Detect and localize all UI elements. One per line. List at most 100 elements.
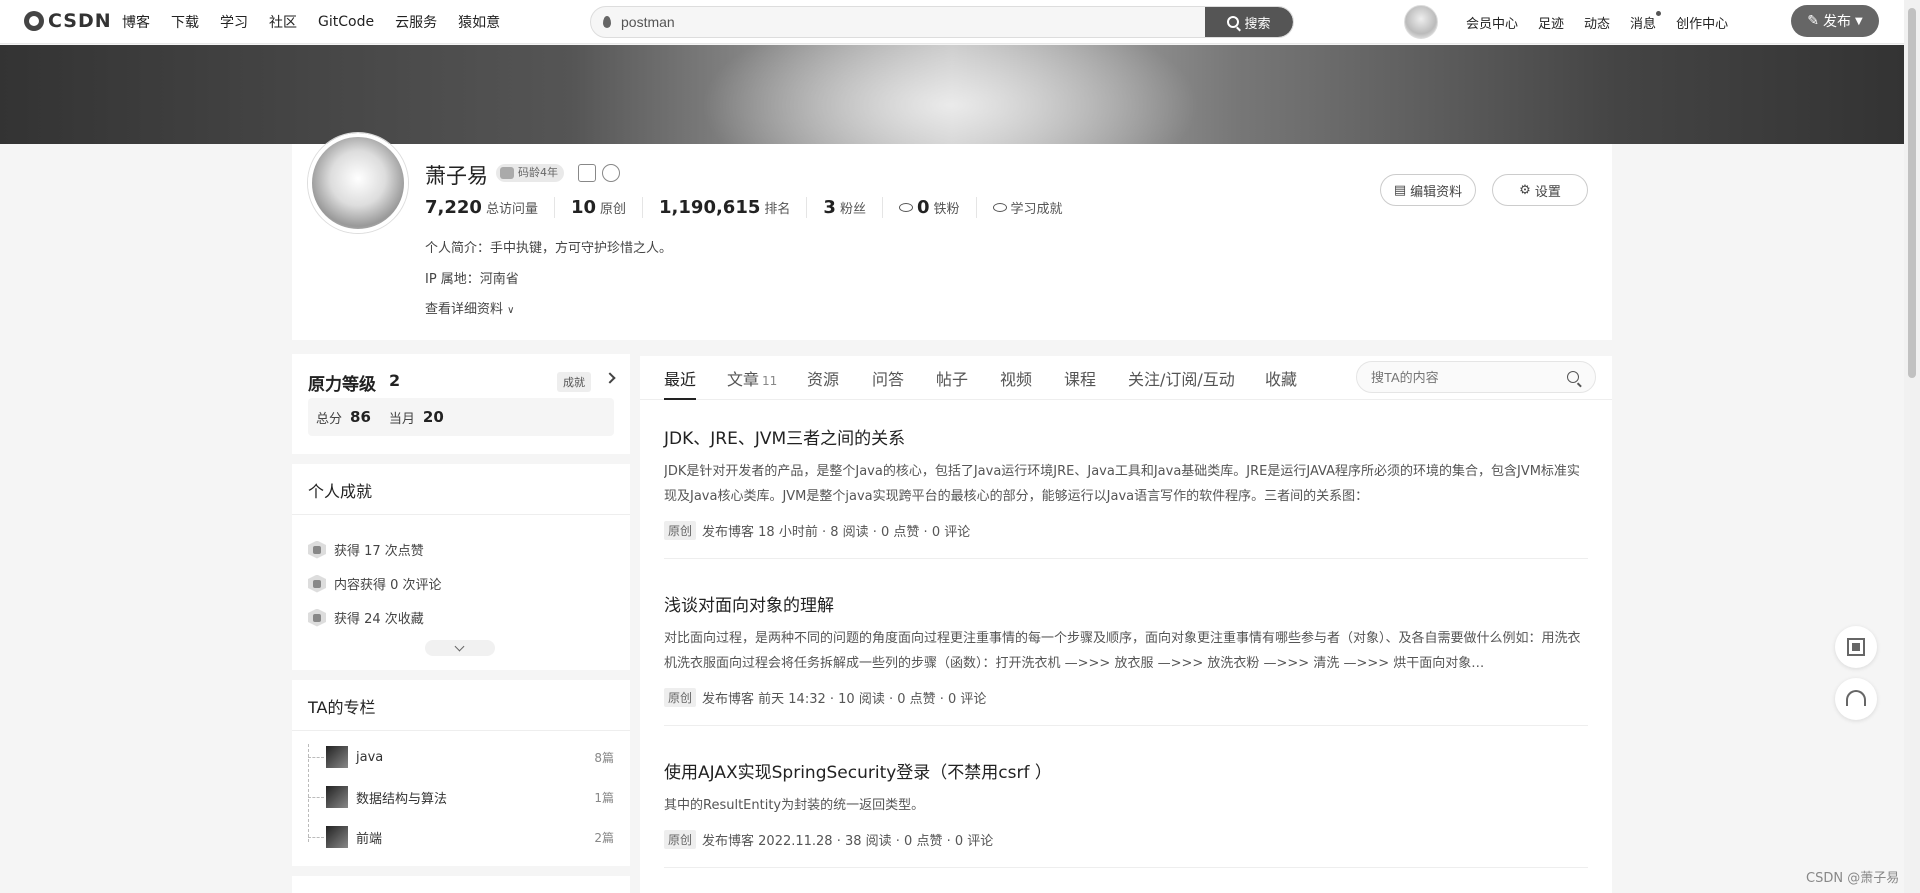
level-title: 原力等级: [308, 375, 376, 395]
column-item-frontend[interactable]: 前端 2篇: [308, 825, 614, 849]
achievement-likes: 获得 17 次点赞: [308, 540, 424, 559]
search-icon: [1227, 16, 1240, 28]
tab-posts[interactable]: 帖子: [936, 366, 968, 390]
csdn-logo[interactable]: CSDN: [24, 10, 112, 32]
nav-link-gitcode[interactable]: GitCode: [318, 14, 374, 30]
original-tag: 原创: [664, 830, 697, 849]
eye-icon: [898, 203, 913, 212]
original-tag: 原创: [664, 521, 697, 540]
headset-icon: [1846, 690, 1866, 706]
medal-badge-icon[interactable]: [602, 164, 620, 182]
article-title[interactable]: 使用AJAX实现SpringSecurity登录（不禁用csrf ）: [664, 758, 1588, 783]
content-search-input[interactable]: [1371, 362, 1551, 392]
watermark: CSDN @萧子易: [1806, 871, 1900, 886]
nav-messages[interactable]: 消息: [1630, 10, 1662, 32]
stat-learning-achievement[interactable]: 学习成就: [977, 198, 1079, 217]
divider: [664, 725, 1588, 726]
article-meta: 原创 发布博客 前天 14:32 · 10 阅读 · 0 点赞 · 0 评论: [664, 688, 1588, 707]
user-avatar[interactable]: [1404, 5, 1438, 39]
article-item: 浅谈对面向对象的理解 对比面向过程，是两种不同的问题的角度面向过程更注重事情的每…: [664, 591, 1588, 726]
article-summary[interactable]: 其中的ResultEntity为封装的统一返回类型。: [664, 793, 1588, 818]
tab-follow[interactable]: 关注/订阅/互动: [1128, 366, 1235, 390]
scrollbar[interactable]: [1904, 0, 1920, 893]
like-badge-icon: [308, 540, 326, 559]
article-item: 使用AJAX实现SpringSecurity登录（不禁用csrf ） 其中的Re…: [664, 758, 1588, 868]
article-title[interactable]: 浅谈对面向对象的理解: [664, 591, 1588, 616]
profile-name: 萧子易: [425, 164, 488, 188]
tab-videos[interactable]: 视频: [1000, 366, 1032, 390]
next-card: [292, 876, 630, 893]
gear-icon: ⚙: [1519, 182, 1531, 198]
article-title[interactable]: JDK、JRE、JVM三者之间的关系: [664, 424, 1588, 449]
view-details-link[interactable]: 查看详细资料 ∨: [425, 298, 514, 317]
chevron-right-icon[interactable]: [604, 372, 616, 384]
hot-flame-icon: [603, 16, 611, 28]
nav-link-community[interactable]: 社区: [269, 12, 297, 32]
level-total: 86: [350, 408, 371, 426]
profile-intro: 个人简介：手中执键，方可守护珍惜之人。: [425, 241, 673, 256]
article-item: JDK、JRE、JVM三者之间的关系 JDK是针对开发者的产品，是整个Java的…: [664, 424, 1588, 559]
level-card: 原力等级 2 成就 总分 86 当月 20: [292, 354, 630, 454]
stat-visits: 7,220 总访问量: [425, 197, 555, 218]
search-icon[interactable]: [1567, 371, 1579, 383]
search-button[interactable]: 搜索: [1205, 7, 1293, 37]
achievement-comments: 内容获得 0 次评论: [308, 574, 442, 593]
tab-courses[interactable]: 课程: [1064, 366, 1096, 390]
publish-label: 发布: [1823, 14, 1852, 30]
nav-link-blog[interactable]: 博客: [122, 12, 150, 32]
nav-link-learn[interactable]: 学习: [220, 12, 248, 32]
global-search: 搜索: [590, 6, 1294, 38]
search-input[interactable]: [621, 7, 1181, 37]
nav-vip-center[interactable]: 会员中心: [1466, 13, 1518, 32]
tab-articles[interactable]: 文章 11: [727, 366, 777, 390]
edit-profile-button[interactable]: ▤ 编辑资料: [1380, 174, 1476, 206]
article-summary[interactable]: JDK是针对开发者的产品，是整个Java的核心，包括了Java运行环境JRE、J…: [664, 459, 1588, 509]
column-item-algorithms[interactable]: 数据结构与算法 1篇: [308, 785, 614, 809]
settings-button[interactable]: ⚙ 设置: [1492, 174, 1588, 206]
chevron-down-icon: ∨: [507, 305, 515, 316]
expand-achievements-button[interactable]: [425, 640, 495, 656]
search-button-label: 搜索: [1244, 16, 1271, 32]
columns-card: TA的专栏 java 8篇 数据结构与算法 1篇 前端 2篇: [292, 680, 630, 866]
achievement-tag[interactable]: 成就: [557, 372, 591, 392]
stat-iron-fans[interactable]: 0 铁粉: [883, 197, 977, 218]
article-summary[interactable]: 对比面向过程，是两种不同的问题的角度面向过程更注重事情的每一个步骤及顺序，面向对…: [664, 626, 1588, 676]
content-tabs: 最近 文章 11 资源 问答 帖子 视频 课程 关注/订阅/互动 收藏: [640, 356, 1612, 400]
logo-text: CSDN: [48, 10, 112, 32]
stat-fans[interactable]: 3 粉丝: [807, 197, 883, 218]
column-item-java[interactable]: java 8篇: [308, 745, 614, 769]
divider: [292, 730, 630, 731]
nav-dynamics[interactable]: 动态: [1584, 13, 1610, 32]
nav-creator-center[interactable]: 创作中心: [1676, 13, 1728, 32]
level-score-box: 总分 86 当月 20: [308, 398, 614, 436]
user-nav: 会员中心 足迹 动态 消息 创作中心: [1466, 0, 1748, 44]
tab-favorites[interactable]: 收藏: [1265, 366, 1297, 390]
favorite-badge-icon: [308, 608, 326, 627]
main-content: 最近 文章11 资源 问答 帖子 视频 课程 关注/订阅/互动 收藏 JDK、J…: [640, 356, 1612, 893]
tab-recent[interactable]: 最近: [664, 366, 697, 400]
qr-code-icon: [1847, 638, 1865, 656]
article-meta: 原创 发布博客 18 小时前 · 8 阅读 · 0 点赞 · 0 评论: [664, 521, 1588, 540]
column-thumbnail: [326, 746, 348, 768]
divider: [664, 867, 1588, 868]
top-navbar: CSDN 博客 下载 学习 社区 GitCode 云服务 猿如意 搜索 会员中心…: [0, 0, 1904, 44]
logo-icon: [24, 11, 44, 31]
nav-link-yuanruyi[interactable]: 猿如意: [458, 12, 500, 32]
divider: [664, 558, 1588, 559]
profile-card: 萧子易 码龄4年 7,220 总访问量 10 原创 1,190,615 排名 3 粉丝 …: [292, 133, 1612, 340]
profile-avatar[interactable]: [308, 133, 408, 233]
nav-footprint[interactable]: 足迹: [1538, 13, 1564, 32]
blog-badge-icon[interactable]: [578, 164, 596, 182]
tab-resources[interactable]: 资源: [807, 366, 839, 390]
nav-link-download[interactable]: 下载: [171, 12, 199, 32]
article-meta: 原创 发布博客 2022.11.28 · 38 阅读 · 0 点赞 · 0 评论: [664, 830, 1588, 849]
publish-button[interactable]: ✎ 发布 ▼: [1791, 5, 1879, 37]
scrollbar-thumb[interactable]: [1908, 8, 1916, 378]
customer-service-button[interactable]: [1835, 678, 1877, 720]
qr-code-button[interactable]: [1835, 626, 1877, 668]
main-nav: 博客 下载 学习 社区 GitCode 云服务 猿如意: [122, 0, 521, 44]
tab-qa[interactable]: 问答: [872, 366, 904, 390]
original-tag: 原创: [664, 688, 697, 707]
nav-link-cloud[interactable]: 云服务: [395, 12, 437, 32]
caret-down-icon: ▼: [1855, 15, 1863, 27]
